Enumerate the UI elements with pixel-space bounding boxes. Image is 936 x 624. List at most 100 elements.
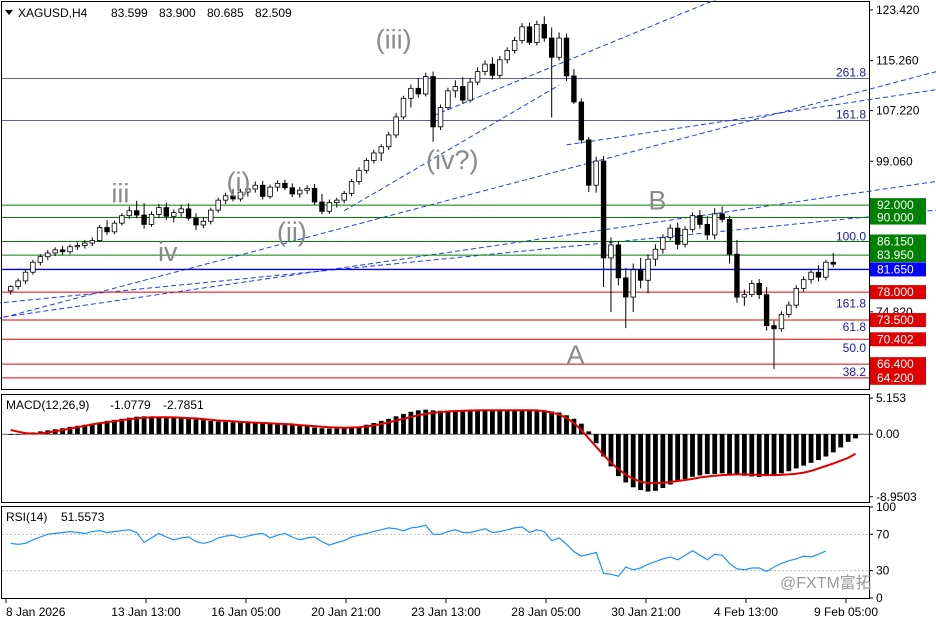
macd-bar: [704, 434, 710, 475]
candle-body: [22, 271, 29, 282]
wave-label: B: [648, 185, 666, 215]
price-tick-label: 123.420: [876, 3, 920, 17]
ohlc-close: 82.509: [255, 6, 292, 20]
candle-body: [274, 182, 281, 188]
candle-body: [652, 248, 659, 260]
macd-bar: [690, 434, 695, 477]
macd-bar: [341, 428, 347, 435]
candle-body: [645, 258, 651, 281]
macd-bar: [712, 434, 718, 475]
candle-body: [371, 152, 377, 161]
candle-body: [400, 97, 407, 118]
macd-bar: [452, 410, 458, 435]
wave-label: (iii): [376, 25, 412, 55]
candle-body: [133, 210, 140, 216]
candle-body: [52, 249, 58, 254]
watermark: @FXTM富拓: [780, 574, 872, 592]
rsi-value: 51.5573: [61, 510, 105, 524]
macd-bar: [178, 418, 184, 435]
price-tick-label: 99.060: [876, 154, 913, 168]
candle-body: [489, 63, 496, 76]
macd-bar: [764, 434, 769, 477]
candle-body: [119, 215, 125, 224]
macd-bar: [275, 424, 280, 435]
fib-label: 50.0: [843, 341, 867, 355]
candle-body: [548, 37, 555, 58]
macd-bar: [845, 434, 851, 442]
candle-body: [615, 244, 622, 279]
candle-body: [334, 199, 340, 204]
candle-body: [637, 269, 644, 281]
candle-body: [393, 116, 399, 136]
candle-body: [259, 184, 266, 197]
candle-body: [830, 261, 836, 265]
macd-bar: [756, 434, 762, 477]
candle-body: [437, 107, 444, 128]
macd-bar: [393, 416, 399, 435]
candle-body: [726, 219, 733, 255]
candle-body: [311, 187, 318, 203]
macd-bar: [727, 434, 732, 475]
time-tick-label: 28 Jan 05:00: [511, 605, 581, 619]
candle-body: [141, 214, 147, 225]
macd-bar: [312, 427, 317, 435]
fib-label: 261.8: [836, 65, 866, 79]
macd-bar: [8, 434, 14, 435]
candle-body: [171, 212, 177, 217]
candle-body: [385, 134, 392, 148]
ohlc-high: 83.900: [159, 6, 196, 20]
candle-body: [474, 71, 481, 83]
candle-body: [423, 76, 429, 95]
fib-label: 38.2: [843, 365, 867, 379]
candle-body: [630, 269, 636, 298]
time-tick-label: 23 Jan 13:00: [411, 605, 481, 619]
candle-body: [74, 245, 81, 248]
rsi-tick-label: 100: [876, 500, 896, 514]
candle-body: [445, 90, 451, 109]
macd-bar: [238, 422, 243, 435]
candle-body: [541, 23, 547, 39]
rsi-tick-label: 0: [876, 591, 883, 605]
macd-bar: [408, 411, 414, 435]
candle-body: [682, 228, 688, 245]
macd-bar: [200, 420, 206, 435]
symbol-label: XAGUSD,H4: [18, 6, 88, 20]
candle-body: [37, 256, 44, 263]
time-tick-label: 8 Jan 2026: [6, 605, 66, 619]
macd-bar: [215, 421, 221, 435]
candle-body: [304, 187, 310, 191]
macd-bar: [186, 418, 191, 435]
candle-body: [763, 294, 770, 327]
rsi-tick-label: 70: [876, 527, 890, 541]
candle-body: [163, 207, 170, 217]
candle-body: [749, 282, 755, 295]
macd-bar: [808, 434, 814, 463]
candle-body: [430, 76, 436, 128]
candle-body: [178, 208, 184, 213]
candle-body: [415, 87, 421, 95]
candle-body: [786, 304, 792, 315]
candle-body: [741, 294, 748, 298]
candle-body: [8, 286, 14, 292]
macd-bar: [326, 428, 332, 435]
wave-label: (i): [226, 167, 250, 197]
macd-bar: [163, 417, 169, 435]
level-box-label: 73.500: [877, 313, 914, 327]
candle-body: [319, 201, 325, 212]
macd-bar: [497, 410, 503, 435]
macd-bar: [586, 431, 592, 435]
macd-bar: [482, 409, 488, 435]
candle-body: [756, 282, 762, 295]
macd-bar: [208, 420, 214, 435]
candle-body: [712, 213, 718, 236]
candle-body: [89, 240, 95, 244]
macd-tick-label: 5.153: [876, 391, 906, 405]
macd-bar: [660, 434, 666, 489]
candle-body: [586, 139, 592, 186]
time-tick-label: 4 Feb 13:00: [714, 605, 778, 619]
candle-body: [571, 75, 577, 103]
level-box-label: 81.650: [877, 262, 914, 276]
candle-body: [482, 63, 488, 72]
macd-bar: [252, 422, 258, 435]
candle-body: [267, 186, 273, 197]
